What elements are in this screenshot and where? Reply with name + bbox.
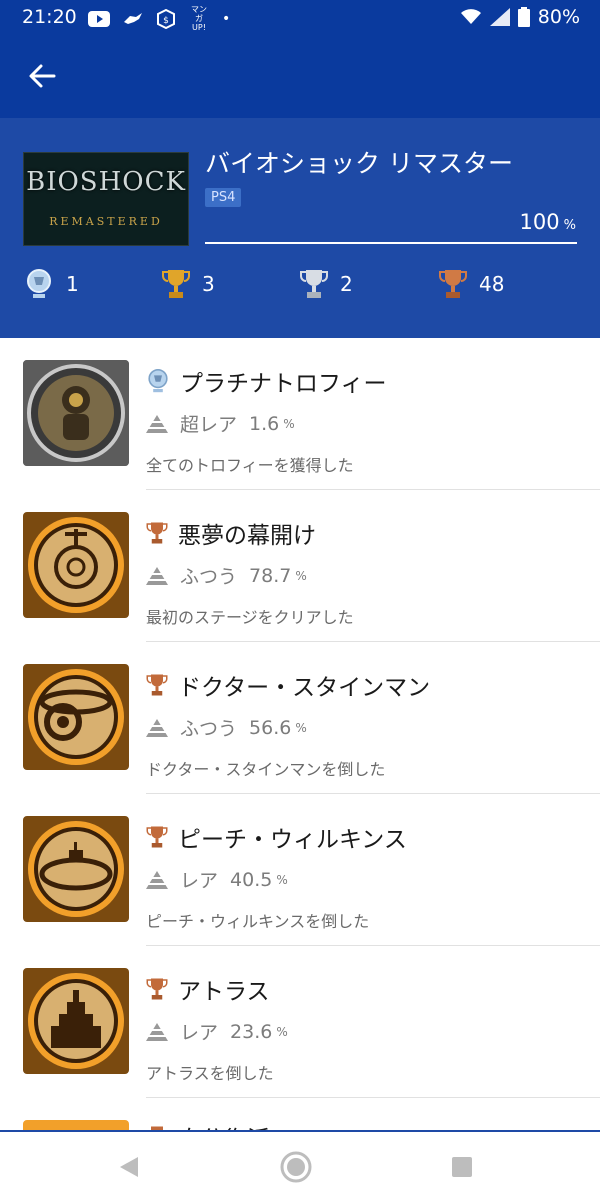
trophy-name: ドクター・スタインマン [178,675,431,701]
silver-trophy-icon [300,270,328,298]
progress-value: 100 [519,210,560,234]
trophy-description: ドクター・スタインマンを倒した [146,760,386,779]
trophy-description: ピーチ・ウィルキンスを倒した [146,912,370,931]
arrow-left-icon[interactable] [24,58,60,94]
notification-icons: $ マンガ UP! • [88,5,230,32]
bronze-trophy-icon [439,270,467,298]
status-bar: 21:20 $ マンガ UP! • 80% [0,0,600,36]
bronze-trophy-icon [146,978,168,1000]
trophy-name-line: プラチナトロフィー [146,364,387,398]
rarity-line: ふつう 78.7 % [146,562,307,589]
rarity-label: ふつう [180,718,238,740]
cover-subtitle: REMASTERED [49,215,163,228]
rarity-unit: % [295,720,307,735]
nav-home-icon[interactable] [278,1149,314,1185]
game-title: バイオショック リマスター [205,149,513,178]
big-daddy-image [23,360,129,466]
rarity-pyramid-icon [146,414,168,433]
trophy-name-line: ピーチ・ウィルキンス [146,820,407,854]
rarity-pyramid-icon [146,870,168,889]
submarine-image [23,816,129,922]
progress-bar [205,242,577,244]
bathysphere-image [23,512,129,618]
svg-text:$: $ [163,16,169,26]
city-image [23,968,129,1074]
progress-percent: 100% [520,210,576,234]
platinum-trophy-icon [27,269,51,298]
trophy-row[interactable]: 悪夢の幕開け ふつう 78.7 % 最初のステージをクリアした [0,490,600,642]
rarity-label: 超レア [180,414,238,436]
signal-icon [489,8,510,26]
bronze-trophy-icon [146,522,168,544]
trophy-description: 最初のステージをクリアした [146,608,354,627]
app-bar [0,36,600,118]
rarity-pyramid-icon [146,566,168,585]
status-time: 21:20 [22,6,77,28]
rarity-label: レア [180,1022,219,1044]
trophy-row[interactable]: プラチナトロフィー 超レア 1.6 % 全てのトロフィーを獲得した [0,338,600,490]
progress-unit: % [563,218,576,233]
nav-recents-icon[interactable] [444,1149,480,1185]
dot-icon: • [222,10,231,27]
rarity-percent: 56.6 [249,716,292,739]
trophy-name-line: アトラス [146,972,270,1006]
battery-level: 80% [537,6,580,28]
trophy-description: アトラスを倒した [146,1064,274,1083]
trophy-description: 全てのトロフィーを獲得した [146,456,354,475]
system-icons: 80% [460,6,580,28]
rarity-percent: 78.7 [249,564,292,587]
rarity-line: レア 40.5 % [146,866,288,893]
platinum-trophy-icon [148,368,168,393]
app-icon: $ [157,8,175,29]
rarity-percent: 23.6 [230,1020,273,1043]
trophy-name-line: 悪夢の幕開け [146,516,316,550]
gold-count: 3 [162,268,215,300]
bronze-trophy-icon [146,826,168,848]
battery-icon [517,7,530,27]
silver-count: 2 [300,268,353,300]
rarity-line: ふつう 56.6 % [146,714,307,741]
bronze-count: 48 [439,268,504,300]
bird-icon [124,12,142,24]
trophy-counts: 1 3 2 48 [0,268,600,312]
trophy-name: ピーチ・ウィルキンス [178,827,407,853]
rarity-line: 超レア 1.6 % [146,410,295,437]
progress-fill [205,242,577,244]
rarity-unit: % [276,1024,288,1039]
trophy-name-line: ドクター・スタインマン [146,668,430,702]
rarity-percent: 1.6 [249,412,280,435]
trophy-name: プラチナトロフィー [180,371,387,397]
manga-up-icon: マンガ UP! [191,5,207,32]
rarity-label: ふつう [180,566,238,588]
trophy-row[interactable]: アトラス レア 23.6 % アトラスを倒した [0,946,600,1098]
trophy-name: 悪夢の幕開け [178,523,316,549]
youtube-icon [88,10,110,27]
trophy-list: プラチナトロフィー 超レア 1.6 % 全てのトロフィーを獲得した 悪夢の幕開け… [0,338,600,1138]
trophy-row[interactable]: ドクター・スタインマン ふつう 56.6 % ドクター・スタインマンを倒した [0,642,600,794]
platform-badge: PS4 [205,188,242,207]
cover-logo: BIOSHOCK [26,167,186,197]
rarity-unit: % [283,416,295,431]
nav-back-icon[interactable] [112,1149,148,1185]
rarity-label: レア [180,870,219,892]
ring-image [23,664,129,770]
trophy-row[interactable]: ピーチ・ウィルキンス レア 40.5 % ピーチ・ウィルキンスを倒した [0,794,600,946]
rarity-pyramid-icon [146,1022,168,1041]
rarity-percent: 40.5 [230,868,273,891]
gold-trophy-icon [162,270,190,298]
bronze-trophy-icon [146,674,168,696]
rarity-pyramid-icon [146,718,168,737]
game-header: BIOSHOCK REMASTERED バイオショック リマスター PS4 10… [0,118,600,338]
wifi-icon [460,9,481,24]
rarity-unit: % [276,872,288,887]
rarity-unit: % [295,568,307,583]
platinum-count: 1 [24,268,79,300]
rarity-line: レア 23.6 % [146,1018,288,1045]
trophy-name: アトラス [178,979,270,1005]
system-nav-bar [0,1130,600,1202]
game-cover-image: BIOSHOCK REMASTERED [23,152,189,246]
